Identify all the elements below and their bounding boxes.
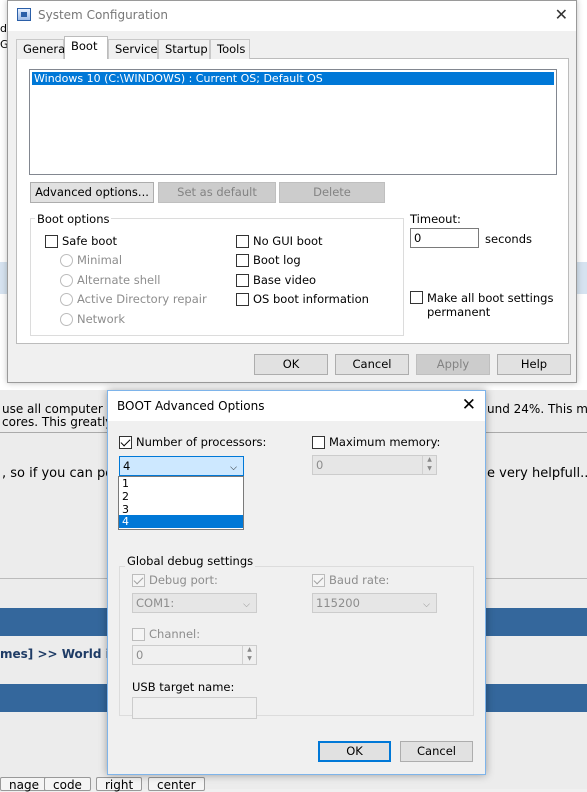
debug-port-label: Debug port: bbox=[149, 573, 218, 587]
spinner[interactable]: ▲ ▼ bbox=[422, 456, 436, 474]
channel-value: 0 bbox=[136, 648, 144, 662]
num-processors-select[interactable]: 4 ⌵ bbox=[119, 456, 244, 476]
dropdown-option[interactable]: 2 bbox=[119, 490, 243, 503]
safe-boot-checkbox[interactable]: Safe boot bbox=[45, 234, 117, 248]
max-memory-input[interactable]: 0 ▲ ▼ bbox=[312, 455, 437, 475]
bg-text: cores. This greatly bbox=[2, 415, 113, 429]
max-memory-checkbox[interactable]: Maximum memory: bbox=[312, 435, 440, 449]
num-processors-label: Number of processors: bbox=[136, 435, 267, 449]
ad-repair-label: Active Directory repair bbox=[77, 292, 207, 306]
max-memory-label: Maximum memory: bbox=[329, 435, 441, 449]
ok-button[interactable]: OK bbox=[318, 741, 391, 762]
make-permanent-label: Make all boot settings bbox=[427, 291, 554, 305]
no-gui-boot-checkbox[interactable]: No GUI boot bbox=[236, 234, 323, 248]
bg-text: , so if you can pos bbox=[2, 466, 120, 481]
timeout-input[interactable]: 0 bbox=[410, 228, 479, 248]
network-radio[interactable]: Network bbox=[60, 312, 125, 326]
close-icon[interactable]: ✕ bbox=[462, 395, 476, 415]
chevron-down-icon: ⌵ bbox=[423, 600, 430, 610]
dropdown-option-selected[interactable]: 4 bbox=[119, 515, 243, 528]
num-processors-dropdown: 1 2 3 4 bbox=[118, 476, 244, 530]
ok-button[interactable]: OK bbox=[254, 354, 328, 375]
cancel-button[interactable]: Cancel bbox=[335, 354, 409, 375]
delete-button[interactable]: Delete bbox=[279, 182, 385, 203]
network-label: Network bbox=[77, 312, 126, 326]
dialog-title-bar[interactable]: BOOT Advanced Options ✕ bbox=[108, 391, 485, 421]
make-permanent-label-2: permanent bbox=[427, 305, 491, 319]
bg-text: und 24%. This ma bbox=[487, 402, 587, 416]
baud-rate-checkbox[interactable]: Baud rate: bbox=[312, 573, 389, 587]
tab-boot[interactable]: Boot bbox=[64, 36, 108, 59]
checkbox-box bbox=[45, 234, 58, 248]
set-as-default-button[interactable]: Set as default bbox=[158, 182, 276, 203]
dropdown-option[interactable]: 1 bbox=[119, 477, 243, 490]
bg-text: use all computer c bbox=[2, 402, 114, 416]
max-memory-value: 0 bbox=[316, 458, 324, 472]
os-list[interactable]: Windows 10 (C:\WINDOWS) : Current OS; De… bbox=[29, 69, 557, 175]
debug-port-select[interactable]: COM1: ⌵ bbox=[132, 593, 257, 613]
channel-label: Channel: bbox=[149, 627, 201, 641]
boot-log-label: Boot log bbox=[253, 253, 301, 267]
minimal-radio[interactable]: Minimal bbox=[60, 253, 122, 267]
baud-rate-select[interactable]: 115200 ⌵ bbox=[312, 593, 437, 613]
boot-log-checkbox[interactable]: Boot log bbox=[236, 253, 301, 267]
alternate-shell-label: Alternate shell bbox=[77, 273, 161, 287]
debug-port-checkbox[interactable]: Debug port: bbox=[132, 573, 218, 587]
usb-target-input[interactable] bbox=[132, 697, 257, 719]
system-configuration-window: System Configuration ✕ General Boot Serv… bbox=[7, 0, 577, 383]
minimal-label: Minimal bbox=[77, 253, 123, 267]
help-button[interactable]: Help bbox=[497, 354, 571, 375]
base-video-checkbox[interactable]: Base video bbox=[236, 273, 316, 287]
no-gui-boot-label: No GUI boot bbox=[253, 234, 323, 248]
apply-button[interactable]: Apply bbox=[416, 354, 490, 375]
tab-startup[interactable]: Startup bbox=[158, 39, 210, 59]
baud-rate-value: 115200 bbox=[316, 596, 360, 610]
global-debug-title: Global debug settings bbox=[125, 554, 256, 568]
os-boot-info-label: OS boot information bbox=[253, 292, 369, 306]
make-permanent-checkbox[interactable]: Make all boot settings permanent bbox=[410, 291, 553, 319]
close-icon[interactable]: ✕ bbox=[555, 5, 568, 24]
cancel-button[interactable]: Cancel bbox=[400, 741, 473, 762]
num-processors-value: 4 bbox=[123, 459, 131, 473]
title-bar[interactable]: System Configuration ✕ bbox=[8, 1, 576, 31]
num-processors-checkbox[interactable]: Number of processors: bbox=[119, 435, 266, 449]
os-entry[interactable]: Windows 10 (C:\WINDOWS) : Current OS; De… bbox=[32, 72, 554, 85]
dialog-title: BOOT Advanced Options bbox=[117, 399, 265, 413]
channel-input[interactable]: 0 ▲ ▼ bbox=[132, 645, 257, 665]
debug-port-value: COM1: bbox=[136, 596, 175, 610]
spinner[interactable]: ▲ ▼ bbox=[242, 646, 256, 664]
bg-edge-text: d bbox=[0, 22, 7, 35]
timeout-label: Timeout: bbox=[410, 212, 461, 226]
base-video-label: Base video bbox=[253, 273, 317, 287]
dropdown-option[interactable]: 3 bbox=[119, 503, 243, 516]
chevron-down-icon: ⌵ bbox=[243, 600, 250, 610]
msconfig-icon bbox=[17, 8, 31, 21]
os-boot-info-checkbox[interactable]: OS boot information bbox=[236, 292, 369, 306]
tab-general[interactable]: General bbox=[16, 39, 68, 59]
chevron-down-icon: ⌵ bbox=[230, 463, 237, 473]
boot-options-title: Boot options bbox=[35, 212, 112, 226]
tab-services[interactable]: Services bbox=[108, 39, 164, 59]
channel-checkbox[interactable]: Channel: bbox=[132, 627, 200, 641]
bg-text: e very helpfull... bbox=[487, 466, 587, 481]
usb-target-label: USB target name: bbox=[132, 680, 235, 694]
window-title: System Configuration bbox=[38, 8, 168, 22]
alternate-shell-radio[interactable]: Alternate shell bbox=[60, 273, 161, 287]
boot-advanced-options-dialog: BOOT Advanced Options ✕ Number of proces… bbox=[107, 390, 486, 775]
baud-rate-label: Baud rate: bbox=[329, 573, 390, 587]
safe-boot-label: Safe boot bbox=[62, 234, 118, 248]
ad-repair-radio[interactable]: Active Directory repair bbox=[60, 292, 207, 306]
tab-tools[interactable]: Tools bbox=[210, 39, 250, 59]
advanced-options-button[interactable]: Advanced options... bbox=[30, 182, 154, 203]
timeout-unit: seconds bbox=[485, 232, 533, 246]
